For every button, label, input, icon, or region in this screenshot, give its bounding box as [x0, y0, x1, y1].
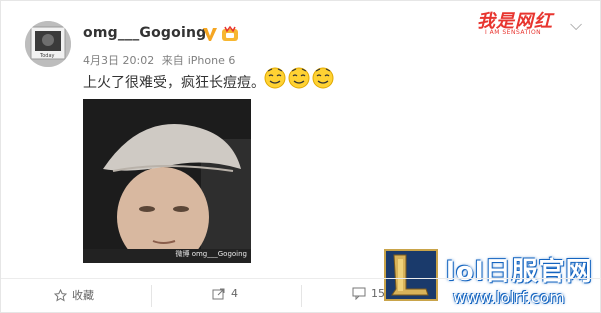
comment-icon: [352, 287, 366, 300]
forward-icon: [212, 288, 225, 300]
emoji-icon: [312, 67, 334, 89]
username-link[interactable]: omg___Gogoing: [83, 25, 206, 41]
action-divider: [151, 285, 152, 307]
weibo-post-card: Today omg___Gogoing 4月3日 20:02 来自 iPhone …: [0, 0, 601, 313]
emoji-row: [264, 67, 334, 89]
favorite-label: 收藏: [72, 289, 94, 302]
post-text: 上火了很难受，疯狂长痘痘。: [83, 75, 265, 91]
action-bar: 收藏 4 15: [1, 278, 601, 313]
svg-text:Today: Today: [39, 53, 55, 59]
forward-button[interactable]: 4: [212, 287, 238, 300]
vip-icon[interactable]: [221, 25, 239, 43]
post-date[interactable]: 4月3日 20:02: [83, 54, 154, 67]
forward-count: 4: [231, 287, 238, 300]
brand-watermark-subtitle: I AM SENSATION: [485, 29, 542, 36]
photo-watermark: 微博 omg___Gogoing: [175, 250, 247, 258]
photo-image: [83, 99, 251, 263]
post-photo[interactable]: 微博 omg___Gogoing: [83, 99, 251, 263]
favorite-icon: [54, 288, 67, 301]
brand-watermark: 我是网红 I AM SENSATION: [473, 7, 571, 41]
emoji-icon: [264, 67, 286, 89]
action-divider: [301, 285, 302, 307]
comment-button[interactable]: 15: [352, 287, 385, 300]
chevron-down-icon[interactable]: ⌵: [570, 15, 582, 35]
verified-icon: [203, 28, 217, 41]
post-meta: 4月3日 20:02 来自 iPhone 6: [83, 52, 239, 68]
favorite-button[interactable]: 收藏: [54, 287, 94, 303]
post-source[interactable]: iPhone 6: [188, 54, 236, 67]
emoji-icon: [288, 67, 310, 89]
comment-count: 15: [371, 287, 385, 300]
avatar-image: Today: [25, 21, 71, 67]
avatar[interactable]: Today: [25, 21, 71, 67]
post-source-prefix: 来自: [161, 54, 184, 67]
